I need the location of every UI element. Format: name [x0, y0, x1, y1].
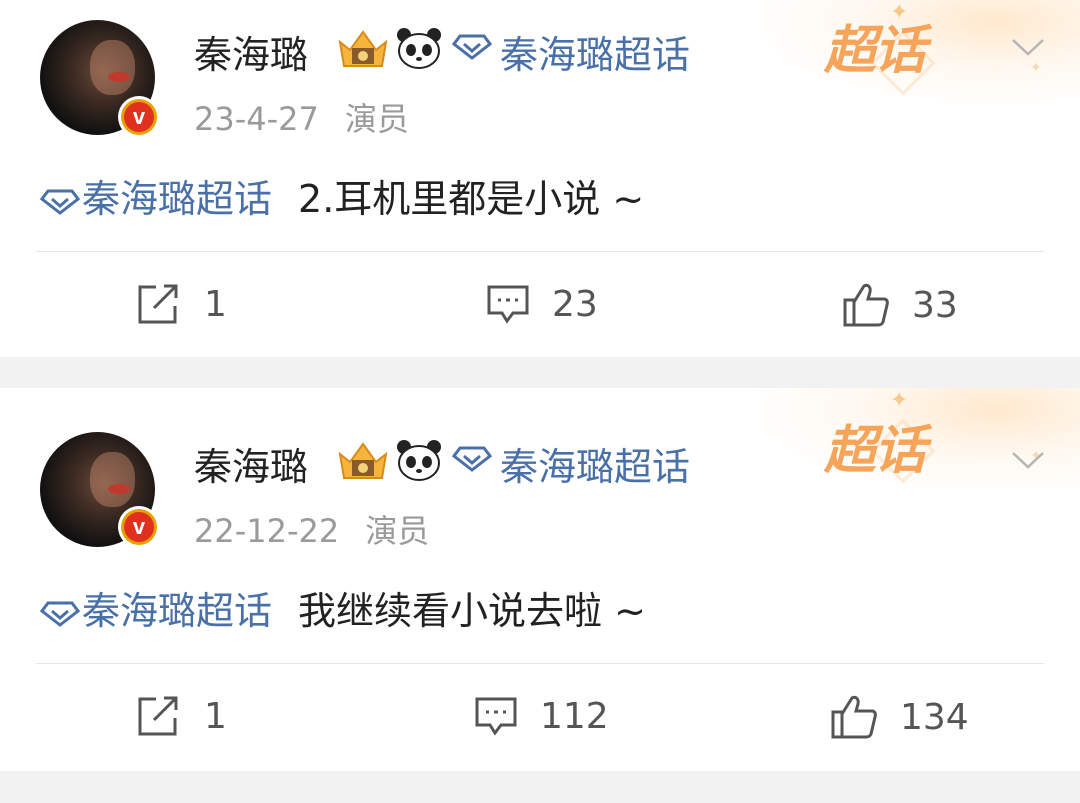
verified-mark: v [124, 102, 154, 132]
comment-button[interactable]: 112 [474, 694, 609, 738]
post-meta: 22-12-22 演员 [194, 506, 429, 552]
user-role: 演员 [344, 100, 409, 138]
content-text: 我继续看小说去啦 ~ [298, 589, 646, 633]
supertopic-link[interactable]: 秦海璐超话 [500, 24, 690, 79]
supertopic-badge: 超话 [824, 421, 926, 481]
avatar-face [90, 452, 135, 507]
verified-mark: v [124, 512, 154, 542]
comment-count: 112 [540, 695, 609, 737]
content-topic-tag[interactable]: 秦海璐超话 [82, 589, 272, 633]
comment-button[interactable]: 23 [486, 282, 598, 326]
comment-icon [487, 285, 529, 324]
supertopic-diamond-icon [452, 34, 492, 60]
repost-count: 1 [204, 695, 227, 737]
repost-count: 1 [204, 283, 227, 325]
like-button[interactable]: 134 [830, 694, 969, 740]
divider [36, 251, 1044, 252]
username[interactable]: 秦海璐 [194, 24, 308, 79]
avatar-lips [108, 484, 130, 494]
like-count: 134 [900, 696, 969, 738]
avatar-face [90, 40, 135, 95]
post-content: 秦海璐超话 2.耳机里都是小说 ~ [39, 168, 645, 223]
panda-icon [397, 440, 441, 481]
post-meta: 23-4-27 演员 [194, 94, 409, 140]
content-text: 2.耳机里都是小说 ~ [298, 177, 645, 221]
thumbs-up-icon [843, 283, 889, 327]
user-role: 演员 [365, 512, 430, 550]
weibo-post[interactable]: ✦ ✦ 超话 v 秦海璐 秦海璐超话 22-12-22 演员 秦海璐超话 我继续… [0, 388, 1080, 771]
avatar-lips [108, 72, 130, 82]
crown-badge-icon [338, 442, 388, 479]
comment-icon [475, 697, 517, 736]
thumbs-up-icon [831, 695, 877, 739]
supertopic-link[interactable]: 秦海璐超话 [500, 436, 690, 491]
chevron-down-icon[interactable] [1010, 448, 1046, 472]
post-date: 22-12-22 [194, 512, 340, 550]
repost-icon [138, 284, 178, 324]
verified-badge-icon: v [118, 506, 160, 548]
repost-button[interactable]: 1 [136, 282, 227, 326]
crown-badge-icon [338, 30, 388, 67]
chevron-down-icon[interactable] [1010, 35, 1046, 59]
supertopic-diamond-icon [452, 446, 492, 472]
supertopic-diamond-icon [39, 189, 81, 215]
verified-badge-icon: v [118, 96, 160, 138]
post-content: 秦海璐超话 我继续看小说去啦 ~ [39, 580, 646, 635]
supertopic-badge: 超话 [824, 21, 926, 81]
repost-button[interactable]: 1 [136, 694, 227, 738]
post-date: 23-4-27 [194, 100, 319, 138]
like-button[interactable]: 33 [842, 282, 958, 328]
content-topic-tag[interactable]: 秦海璐超话 [82, 177, 272, 221]
divider [36, 663, 1044, 664]
supertopic-diamond-icon [39, 601, 81, 627]
like-count: 33 [912, 284, 958, 326]
username[interactable]: 秦海璐 [194, 436, 308, 491]
sparkle-icon: ✦ [1030, 60, 1042, 76]
comment-count: 23 [552, 283, 598, 325]
repost-icon [138, 696, 178, 736]
panda-icon [397, 28, 441, 69]
weibo-post[interactable]: ✦ ✦ 超话 v 秦海璐 秦海璐超话 23-4-27 演员 秦海璐超话 2.耳机… [0, 0, 1080, 357]
